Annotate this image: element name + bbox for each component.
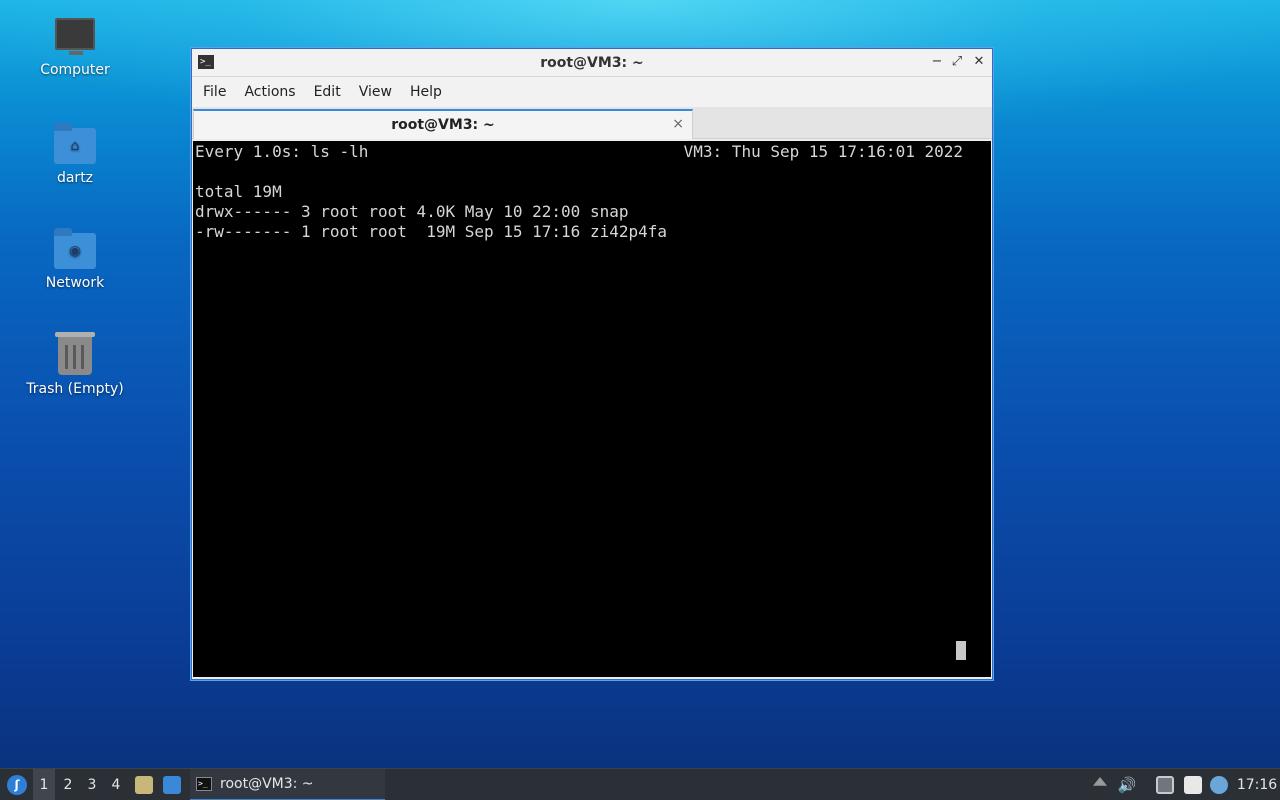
tab-close-icon[interactable]: × — [672, 116, 684, 132]
window-titlebar[interactable]: >_ root@VM3: ~ − ⤢ ✕ — [192, 49, 992, 77]
volume-icon[interactable]: 🔊 — [1116, 769, 1138, 800]
taskbar: ʃ 1 2 3 4 >_ root@VM3: ~ 🔊 17:16 — [0, 768, 1280, 800]
watch-command: Every 1.0s: ls -lh — [195, 142, 369, 161]
file-manager-launcher[interactable] — [132, 769, 156, 800]
taskbar-window-button[interactable]: >_ root@VM3: ~ — [190, 769, 385, 800]
show-desktop-button[interactable] — [160, 769, 184, 800]
network-glyph — [1156, 776, 1174, 794]
menu-view[interactable]: View — [350, 84, 401, 100]
network-status-icon[interactable] — [1154, 769, 1176, 800]
terminal-line: drwx------ 3 root root 4.0K May 10 22:00… — [195, 202, 629, 221]
file-manager-icon — [135, 776, 153, 794]
desktop-icon-network[interactable]: ◉ Network — [20, 228, 130, 291]
desktop-icon-computer[interactable]: Computer — [20, 18, 130, 78]
workspace-1[interactable]: 1 — [33, 769, 55, 800]
desktop-icon-home[interactable]: ⌂ dartz — [20, 123, 130, 186]
terminal-line: -rw------- 1 root root 19M Sep 15 17:16 … — [195, 222, 668, 241]
menu-file[interactable]: File — [194, 84, 235, 100]
computer-icon — [55, 18, 95, 55]
application-menu-button[interactable]: ʃ — [4, 769, 30, 800]
tab-label: root@VM3: ~ — [391, 117, 495, 133]
workspace-4[interactable]: 4 — [105, 769, 127, 800]
maximize-button[interactable]: ⤢ — [948, 53, 966, 71]
network-folder-icon: ◉ — [54, 228, 96, 269]
notification-icon[interactable] — [1208, 769, 1230, 800]
desktop-icon-label: Computer — [40, 62, 110, 78]
home-folder-icon: ⌂ — [54, 123, 96, 164]
clipboard-glyph — [1184, 776, 1202, 794]
watch-timestamp: VM3: Thu Sep 15 17:16:01 2022 — [683, 142, 963, 161]
speaker-glyph: 🔊 — [1117, 776, 1137, 794]
workspace-2[interactable]: 2 — [57, 769, 79, 800]
eject-icon[interactable] — [1090, 769, 1110, 800]
desktop-icon-label: dartz — [56, 170, 94, 186]
menu-help[interactable]: Help — [401, 84, 451, 100]
taskbar-window-label: root@VM3: ~ — [220, 776, 314, 792]
terminal-cursor — [956, 641, 966, 660]
workspace-3[interactable]: 3 — [81, 769, 103, 800]
window-title: root@VM3: ~ — [540, 55, 644, 71]
notification-glyph — [1210, 776, 1228, 794]
clock[interactable]: 17:16 — [1236, 769, 1278, 800]
terminal-line: total 19M — [195, 182, 282, 201]
terminal-output[interactable]: Every 1.0s: ls -lh VM3: Thu Sep 15 17:16… — [193, 141, 991, 677]
desktop-icon-label: Network — [45, 275, 105, 291]
menu-bar: File Actions Edit View Help — [192, 77, 992, 107]
menu-edit[interactable]: Edit — [305, 84, 350, 100]
desktop-icon-label: Trash (Empty) — [26, 381, 124, 397]
clipboard-icon[interactable] — [1182, 769, 1204, 800]
close-button[interactable]: ✕ — [970, 53, 988, 71]
tab-bar: root@VM3: ~ × — [192, 107, 992, 139]
desktop-icon-trash[interactable]: Trash (Empty) — [20, 332, 130, 397]
desktop-icon — [163, 776, 181, 794]
terminal-icon: >_ — [196, 777, 212, 791]
minimize-button[interactable]: − — [928, 53, 946, 71]
menu-actions[interactable]: Actions — [235, 84, 304, 100]
tab-terminal[interactable]: root@VM3: ~ × — [193, 109, 693, 139]
eject-glyph — [1093, 777, 1107, 786]
app-menu-icon: ʃ — [7, 775, 27, 795]
trash-icon — [55, 332, 95, 375]
watch-header: Every 1.0s: ls -lh VM3: Thu Sep 15 17:16… — [195, 142, 989, 162]
terminal-window[interactable]: >_ root@VM3: ~ − ⤢ ✕ File Actions Edit V… — [191, 48, 993, 680]
